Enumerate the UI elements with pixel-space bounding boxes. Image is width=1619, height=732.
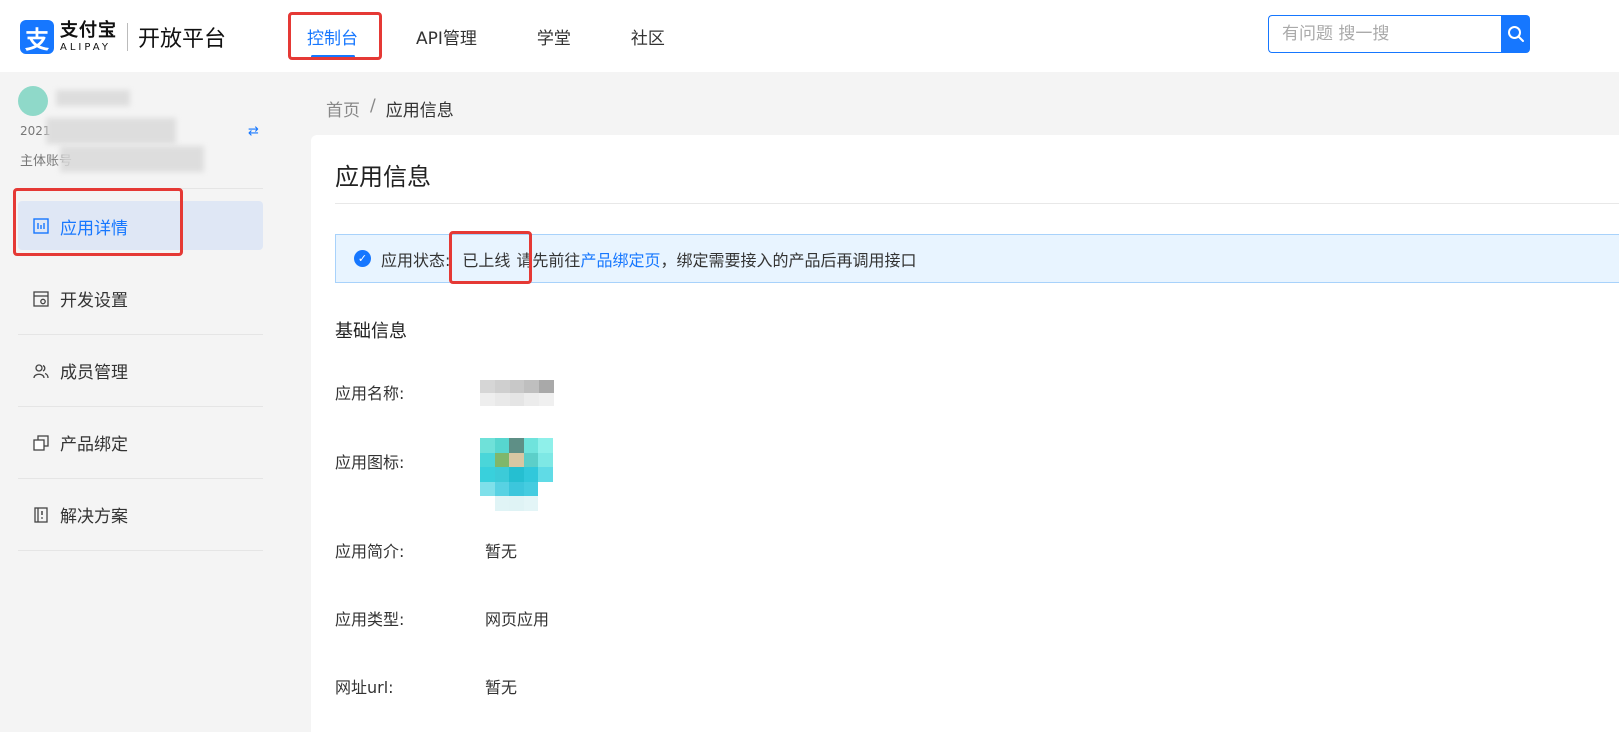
sidebar-item-label: 开发设置 xyxy=(60,291,128,311)
sidebar-item-label: 解决方案 xyxy=(60,507,128,527)
app-status-value: 已上线 xyxy=(462,250,511,270)
sidebar-menu: 应用详情 开发设置 成员管理 产品绑定 解决方案 xyxy=(18,188,263,551)
field-label-app-name: 应用名称: xyxy=(335,384,405,403)
search-box xyxy=(1268,15,1530,53)
field-value-app-type: 网页应用 xyxy=(485,610,550,629)
title-divider xyxy=(335,203,1619,204)
members-icon xyxy=(32,362,50,380)
product-binding-link[interactable]: 产品绑定页 xyxy=(580,247,660,271)
bind-icon xyxy=(32,434,50,452)
alert-text-after-link: ，绑定需要接入的产品后再调用接口 xyxy=(660,250,917,270)
sidebar-item-label: 应用详情 xyxy=(60,218,128,239)
sidebar-item-label: 产品绑定 xyxy=(60,435,128,455)
sidebar-item-dev-settings[interactable]: 开发设置 xyxy=(18,263,263,335)
top-bar: 支 支付宝 ALIPAY 开放平台 控制台 API管理 学堂 社区 xyxy=(0,0,1619,72)
alert-text-before-link: 请先前往 xyxy=(516,250,581,270)
app-status-alert: ✓ 应用状态: 已上线 请先前往 产品绑定页 ，绑定需要接入的产品后再调用接口 xyxy=(335,234,1619,283)
nav-api-label: API管理 xyxy=(416,28,477,49)
account-name-redacted xyxy=(56,90,130,106)
field-label-url: 网址url: xyxy=(335,678,394,697)
account-avatar xyxy=(18,86,48,116)
main-nav: 控制台 API管理 学堂 社区 xyxy=(290,0,665,72)
sidebar-item-solutions[interactable]: 解决方案 xyxy=(18,479,263,551)
sidebar-item-app-details[interactable]: 应用详情 xyxy=(18,189,263,263)
logo-en-text: ALIPAY xyxy=(60,41,111,53)
section-basic-info: 基础信息 xyxy=(335,321,407,342)
logo-divider xyxy=(127,23,128,51)
check-circle-icon: ✓ xyxy=(354,250,371,267)
alipay-logo[interactable]: 支 支付宝 ALIPAY 开放平台 xyxy=(20,20,226,54)
breadcrumb-current: 应用信息 xyxy=(385,101,454,121)
nav-api-management[interactable]: API管理 xyxy=(375,0,477,72)
sidebar-item-members[interactable]: 成员管理 xyxy=(18,335,263,407)
nav-community-label: 社区 xyxy=(630,28,665,49)
field-label-app-type: 应用类型: xyxy=(335,610,405,629)
breadcrumb-separator: / xyxy=(370,96,376,116)
app-name-redacted xyxy=(480,380,554,406)
nav-console-label: 控制台 xyxy=(307,28,358,49)
app-icon-image xyxy=(480,438,553,511)
sidebar: 2021 主体账号 ⇄ 应用详情 开发设置 成员管理 产品绑定 解决方案 xyxy=(0,72,290,732)
breadcrumb-home[interactable]: 首页 xyxy=(326,96,360,121)
nav-console[interactable]: 控制台 xyxy=(290,0,375,72)
page-title: 应用信息 xyxy=(335,163,431,191)
sidebar-item-label: 成员管理 xyxy=(60,363,128,383)
nav-active-underline xyxy=(310,55,355,58)
field-value-app-intro: 暂无 xyxy=(485,542,518,561)
solution-icon xyxy=(32,506,50,524)
logo-cn-text: 支付宝 xyxy=(60,19,117,41)
platform-name: 开放平台 xyxy=(138,27,227,52)
breadcrumb: 首页 / 应用信息 xyxy=(326,96,454,121)
nav-community[interactable]: 社区 xyxy=(571,0,665,72)
account-id-redacted xyxy=(46,118,176,144)
alert-status-prefix: 应用状态: xyxy=(381,250,451,270)
search-input[interactable] xyxy=(1268,15,1501,53)
nav-academy-label: 学堂 xyxy=(536,28,571,49)
alipay-logo-icon: 支 xyxy=(20,20,54,54)
active-item-background xyxy=(18,201,263,250)
switch-account-icon[interactable]: ⇄ xyxy=(248,124,259,139)
chart-icon xyxy=(32,217,50,235)
sidebar-item-product-binding[interactable]: 产品绑定 xyxy=(18,407,263,479)
search-icon xyxy=(1507,26,1524,42)
field-label-app-intro: 应用简介: xyxy=(335,542,405,561)
search-button[interactable] xyxy=(1501,15,1530,53)
app-info-card: 应用信息 ✓ 应用状态: 已上线 请先前往 产品绑定页 ，绑定需要接入的产品后再… xyxy=(311,135,1619,732)
field-value-url: 暂无 xyxy=(485,678,518,697)
settings-doc-icon xyxy=(32,290,50,308)
field-label-app-icon: 应用图标: xyxy=(335,453,405,472)
nav-academy[interactable]: 学堂 xyxy=(477,0,571,72)
account-info-redacted xyxy=(60,146,204,172)
